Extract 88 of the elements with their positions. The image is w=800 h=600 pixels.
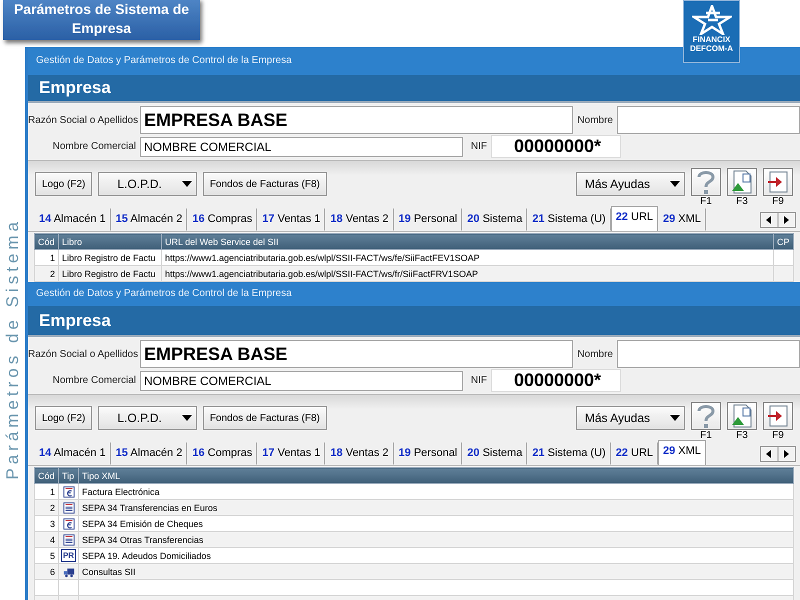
image-button[interactable] <box>727 168 757 196</box>
tab[interactable]: 20 Sistema <box>462 208 528 231</box>
exit-button[interactable] <box>763 402 793 430</box>
caret-icon <box>182 181 192 187</box>
tab-scroll-buttons[interactable] <box>760 446 796 462</box>
tab[interactable]: 14 Almacén 1 <box>34 208 111 231</box>
dropdown-button[interactable]: L.O.P.D. <box>98 172 197 196</box>
euro-document-icon <box>62 486 74 498</box>
help-button[interactable] <box>691 168 721 196</box>
side-label: Parámetros de Sistema <box>2 218 22 480</box>
field-label: Nombre <box>576 114 614 126</box>
shortcut-label: F9 <box>772 430 784 441</box>
table-cell: Libro Registro de Factu <box>58 266 162 282</box>
field-label: Nombre Comercial <box>52 375 137 386</box>
document-icon: PR <box>60 549 76 562</box>
input-field[interactable] <box>617 340 800 368</box>
field-label: NIF <box>470 141 488 152</box>
table-cell: SEPA 34 Otras Transferencias <box>78 532 794 548</box>
table-cell: Consultas SII <box>78 564 794 580</box>
toolbar-button[interactable]: Fondos de Facturas (F8) <box>202 172 327 196</box>
tab[interactable]: 15 Almacén 2 <box>110 442 188 465</box>
section-title: Empresa <box>28 75 800 103</box>
column-header: Cód <box>34 468 58 484</box>
exit-button[interactable] <box>763 168 793 196</box>
column-header: URL del Web Service del SII <box>162 234 774 250</box>
table-cell: SEPA 34 Transferencias en Euros <box>78 500 794 516</box>
tab[interactable]: 16 Compras <box>187 442 258 465</box>
tab[interactable]: 19 Personal <box>394 208 462 231</box>
table-cell: 2 <box>34 500 58 516</box>
column-header: Tip <box>58 468 78 484</box>
help-button[interactable] <box>691 402 721 430</box>
table-cell: 4 <box>34 532 58 548</box>
column-header: Cód <box>34 234 58 250</box>
shortcut-label: F3 <box>736 430 748 441</box>
toolbar-button[interactable]: Logo (F2) <box>35 172 92 196</box>
euro-document-icon <box>62 518 74 530</box>
tab[interactable]: 19 Personal <box>394 442 462 465</box>
shortcut-label: F1 <box>700 430 712 441</box>
title-callout: Parámetros de Sistema de Empresa <box>3 0 200 40</box>
tab-scroll-buttons[interactable] <box>760 212 796 228</box>
list-document-icon <box>62 534 74 546</box>
tab[interactable]: 22 URL <box>610 206 658 231</box>
logo: FINANCIX DEFCOM-A <box>683 0 740 63</box>
tab[interactable]: 29 XML <box>658 440 706 465</box>
tab[interactable]: 21 Sistema (U) <box>527 442 611 465</box>
panel-header: Gestión de Datos y Parámetros de Control de la Empresa <box>28 282 800 306</box>
tab[interactable]: 18 Ventas 2 <box>325 208 394 231</box>
table-cell: https://www1.agenciatributaria.gob.es/wlpl/SSII-FACT/ws/fr/SiiFactFRV1SOAP <box>162 266 774 282</box>
input-field[interactable]: 00000000* <box>491 135 621 158</box>
section-title: Empresa <box>28 306 800 337</box>
input-field[interactable]: 00000000* <box>491 369 621 392</box>
input-field[interactable]: EMPRESA BASE <box>140 340 573 368</box>
tab[interactable]: 20 Sistema <box>462 442 528 465</box>
input-field[interactable]: NOMBRE COMERCIAL <box>140 136 463 156</box>
table-cell: 2 <box>34 266 58 282</box>
shortcut-label: F9 <box>772 196 784 207</box>
input-field[interactable] <box>617 106 800 134</box>
field-label: Razón Social o Apellidos <box>28 348 140 360</box>
tab[interactable]: 16 Compras <box>187 208 258 231</box>
caret-icon <box>670 181 680 187</box>
field-label: Razón Social o Apellidos <box>28 114 140 126</box>
input-field[interactable]: NOMBRE COMERCIAL <box>140 370 463 390</box>
toolbar-button[interactable]: Logo (F2) <box>35 406 92 430</box>
shortcut-label: F1 <box>700 196 712 207</box>
toolbar-button[interactable]: Fondos de Facturas (F8) <box>202 406 327 430</box>
column-header: Tipo XML <box>78 468 794 484</box>
shortcut-label: F3 <box>736 196 748 207</box>
tab[interactable]: 29 XML <box>658 208 706 231</box>
field-label: Nombre Comercial <box>52 141 137 152</box>
column-header: CP <box>774 234 794 250</box>
tab[interactable]: 15 Almacén 2 <box>110 208 188 231</box>
truck-icon <box>62 566 74 578</box>
field-label: Nombre <box>576 348 614 360</box>
tab[interactable]: 14 Almacén 1 <box>34 442 111 465</box>
dropdown-button[interactable]: Más Ayudas <box>576 172 685 196</box>
tab[interactable]: 17 Ventas 1 <box>257 208 326 231</box>
image-button[interactable] <box>727 402 757 430</box>
dropdown-button[interactable]: Más Ayudas <box>576 406 685 430</box>
table-cell: 6 <box>34 564 58 580</box>
list-document-icon <box>62 502 74 514</box>
caret-icon <box>182 415 192 421</box>
tab[interactable]: 18 Ventas 2 <box>325 442 394 465</box>
input-field[interactable]: EMPRESA BASE <box>140 106 573 134</box>
field-label: NIF <box>470 375 488 386</box>
column-header: Libro <box>58 234 162 250</box>
caret-icon <box>670 415 680 421</box>
tab[interactable]: 17 Ventas 1 <box>257 442 326 465</box>
dropdown-button[interactable]: L.O.P.D. <box>98 406 197 430</box>
